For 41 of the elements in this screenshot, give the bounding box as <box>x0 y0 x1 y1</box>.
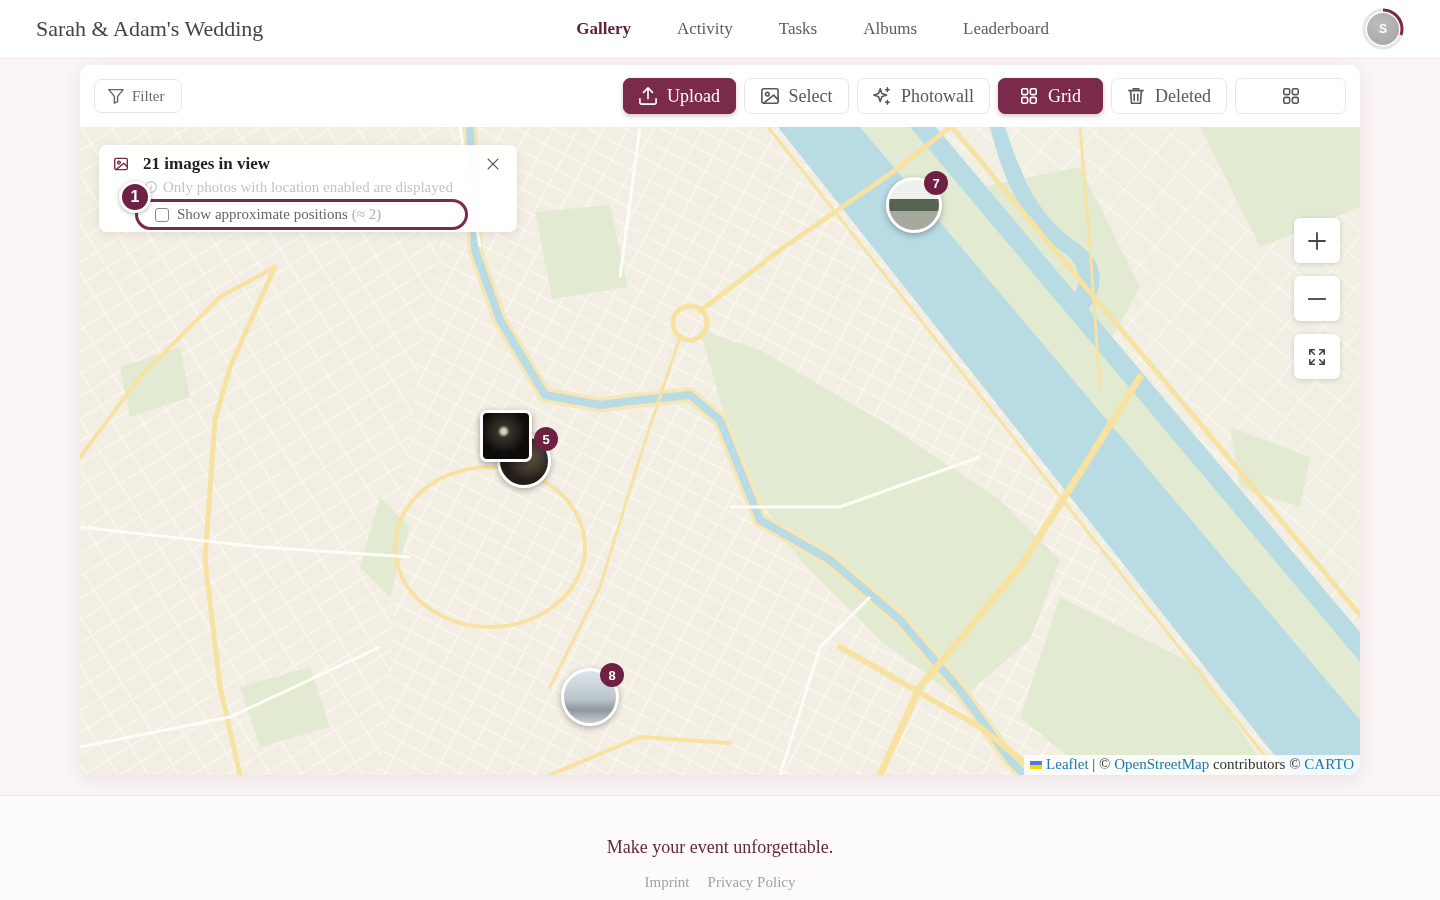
checkbox[interactable] <box>155 207 169 222</box>
upload-icon <box>639 87 657 105</box>
fullscreen-icon <box>1308 347 1326 366</box>
attribution-link[interactable]: CARTO <box>1304 756 1354 772</box>
filter-icon <box>108 88 124 104</box>
close-icon <box>486 157 500 171</box>
deleted-button[interactable]: Deleted <box>1111 78 1227 114</box>
grid-icon <box>1020 87 1039 105</box>
image-icon <box>760 87 779 105</box>
grid-icon <box>1281 87 1300 105</box>
flag-icon <box>1030 760 1043 769</box>
nav-tab[interactable]: Tasks <box>778 15 818 43</box>
info-note: Only photos with location enabled are displayed <box>163 178 453 196</box>
attribution-link[interactable]: OpenStreetMap <box>1114 756 1210 772</box>
photo-stack-drawing[interactable] <box>480 410 551 488</box>
plus-icon <box>1307 230 1327 251</box>
minus-icon <box>1308 297 1326 300</box>
zoom-in-button[interactable] <box>1294 218 1340 263</box>
nav-tab[interactable]: Albums <box>863 15 918 43</box>
trash-icon <box>1127 87 1146 105</box>
panel-title: 21 images in view <box>143 154 271 174</box>
image-icon <box>114 157 128 171</box>
site-title: Sarah & Adam's Wedding <box>36 16 264 42</box>
filter-button[interactable]: Filter <box>94 79 182 113</box>
sparkles-icon <box>873 87 891 105</box>
info-icon <box>145 181 157 193</box>
fullscreen-button[interactable] <box>1294 334 1340 379</box>
attribution-link[interactable]: Leaflet <box>1046 756 1089 772</box>
layout-button[interactable] <box>1235 78 1346 114</box>
attribution-text: Leaflet | © OpenStreetMap contributors © CARTO <box>1046 756 1354 773</box>
tagline: Make your event unforgettable. <box>606 837 834 858</box>
photowall-button[interactable]: Photowall <box>857 78 991 114</box>
nav-tab[interactable]: Gallery <box>576 15 632 43</box>
select-button[interactable]: Select <box>744 78 849 114</box>
step-badge: 1 <box>119 181 151 213</box>
count-label: (≈ 2) <box>351 206 382 223</box>
grid-view-button[interactable]: Grid <box>998 78 1104 114</box>
upload-button[interactable]: Upload <box>623 78 736 114</box>
nav-tab[interactable]: Leaderboard <box>963 15 1049 43</box>
checkbox-label[interactable]: Show approximate positions <box>177 206 348 223</box>
nav-tab[interactable]: Activity <box>677 15 733 43</box>
